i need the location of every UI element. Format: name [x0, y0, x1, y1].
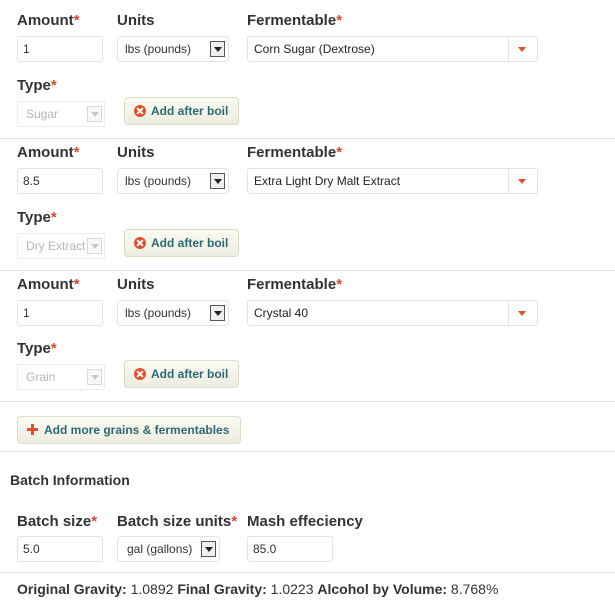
gravity-summary: Original Gravity: 1.0892 Final Gravity: … — [17, 581, 499, 597]
mash-efficiency-label: Mash effeciency — [247, 513, 363, 530]
amount-input[interactable]: 8.5 — [17, 168, 103, 194]
units-select[interactable]: lbs (pounds) — [117, 300, 229, 326]
add-after-boil-button[interactable]: Add after boil — [124, 229, 239, 257]
units-label: Units — [117, 276, 155, 293]
x-circle-icon — [134, 105, 146, 117]
chevron-down-icon[interactable] — [210, 305, 225, 321]
amount-input[interactable]: 1 — [17, 36, 103, 62]
chevron-down-icon[interactable] — [201, 541, 216, 557]
batch-size-input[interactable]: 5.0 — [17, 536, 103, 562]
x-circle-icon — [134, 237, 146, 249]
type-label: Type* — [17, 209, 57, 226]
divider — [0, 401, 615, 402]
fermentable-select[interactable]: Extra Light Dry Malt Extract — [247, 168, 538, 194]
chevron-down-icon[interactable] — [87, 238, 102, 254]
type-label: Type* — [17, 340, 57, 357]
units-label: Units — [117, 144, 155, 161]
batch-size-units-label: Batch size units* — [117, 513, 238, 530]
add-after-boil-button[interactable]: Add after boil — [124, 97, 239, 125]
chevron-down-icon[interactable] — [87, 369, 102, 385]
batch-size-label: Batch size* — [17, 513, 98, 530]
divider — [0, 451, 615, 452]
chevron-down-icon[interactable] — [87, 106, 102, 122]
fermentable-label: Fermentable* — [247, 144, 343, 161]
amount-label: Amount* — [17, 144, 80, 161]
divider — [0, 572, 615, 573]
fermentable-label: Fermentable* — [247, 276, 343, 293]
amount-input[interactable]: 1 — [17, 300, 103, 326]
divider — [0, 138, 615, 139]
amount-label: Amount* — [17, 12, 80, 29]
fermentable-select[interactable]: Crystal 40 — [247, 300, 538, 326]
type-select[interactable]: Sugar — [17, 101, 105, 127]
batch-size-units-select[interactable]: gal (gallons) — [117, 536, 220, 562]
add-after-boil-button[interactable]: Add after boil — [124, 360, 239, 388]
type-select[interactable]: Dry Extract — [17, 233, 105, 259]
fermentable-select[interactable]: Corn Sugar (Dextrose) — [247, 36, 538, 62]
section-title: Batch Information — [10, 472, 130, 488]
plus-icon — [27, 424, 38, 435]
x-circle-icon — [134, 368, 146, 380]
units-select[interactable]: lbs (pounds) — [117, 168, 229, 194]
units-select[interactable]: lbs (pounds) — [117, 36, 229, 62]
divider — [0, 270, 615, 271]
chevron-down-icon[interactable] — [508, 37, 537, 61]
fermentable-label: Fermentable* — [247, 12, 343, 29]
add-more-fermentables-button[interactable]: Add more grains & fermentables — [17, 416, 241, 444]
type-select[interactable]: Grain — [17, 364, 105, 390]
chevron-down-icon[interactable] — [210, 41, 225, 57]
chevron-down-icon[interactable] — [508, 301, 537, 325]
mash-efficiency-input[interactable]: 85.0 — [247, 536, 333, 562]
chevron-down-icon[interactable] — [508, 169, 537, 193]
units-label: Units — [117, 12, 155, 29]
chevron-down-icon[interactable] — [210, 173, 225, 189]
amount-label: Amount* — [17, 276, 80, 293]
type-label: Type* — [17, 77, 57, 94]
